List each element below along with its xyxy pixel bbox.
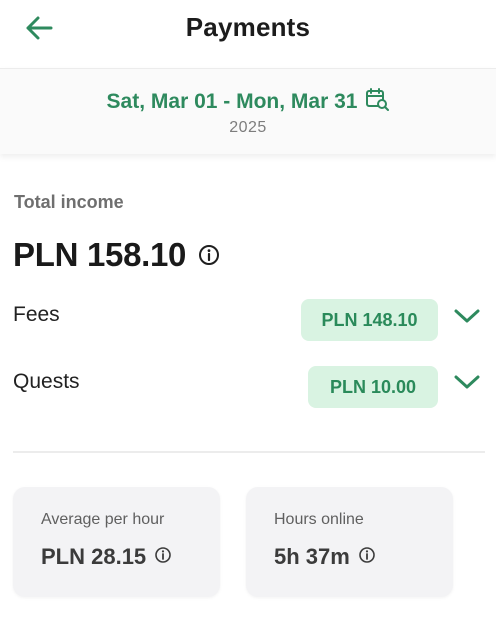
average-per-hour-card: Average per hour PLN 28.15 <box>13 487 220 597</box>
section-divider <box>13 451 485 453</box>
quests-amount-badge: PLN 10.00 <box>308 366 438 408</box>
hours-online-value: 5h 37m <box>274 544 350 569</box>
fees-amount-badge: PLN 148.10 <box>301 299 438 341</box>
card-value-row: 5h 37m <box>274 544 376 570</box>
calendar-search-icon[interactable] <box>365 87 390 116</box>
info-icon[interactable] <box>198 244 220 266</box>
date-filter-bar: Sat, Mar 01 - Mon, Mar 31 2025 <box>0 68 496 154</box>
card-label: Average per hour <box>41 511 165 528</box>
chevron-down-icon <box>453 307 481 330</box>
quests-expand-button[interactable] <box>452 372 482 396</box>
average-per-hour-value: PLN 28.15 <box>41 544 147 569</box>
fees-expand-button[interactable] <box>452 306 482 330</box>
card-label: Hours online <box>274 511 364 528</box>
chevron-down-icon <box>453 373 481 396</box>
hours-online-card: Hours online 5h 37m <box>246 487 453 597</box>
info-icon[interactable] <box>154 546 172 569</box>
quests-label: Quests <box>13 370 80 393</box>
app-header: Payments <box>0 0 496 62</box>
date-range-selector[interactable]: Sat, Mar 01 - Mon, Mar 31 <box>0 87 496 116</box>
fees-label: Fees <box>13 303 60 326</box>
total-income-value: PLN 158.10 <box>13 236 187 273</box>
total-income-label: Total income <box>14 192 124 212</box>
date-range-text: Sat, Mar 01 - Mon, Mar 31 <box>106 89 358 113</box>
page-title: Payments <box>185 12 311 42</box>
card-value-row: PLN 28.15 <box>41 544 172 570</box>
date-year: 2025 <box>229 119 267 136</box>
total-income-row: PLN 158.10 <box>13 236 220 274</box>
info-icon[interactable] <box>358 546 376 569</box>
